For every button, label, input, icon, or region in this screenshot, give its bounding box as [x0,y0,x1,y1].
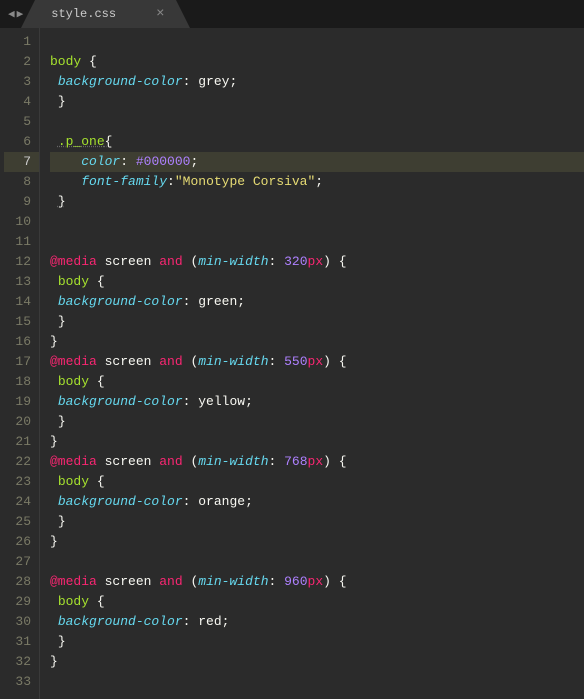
line-number[interactable]: 10 [4,212,31,232]
code-line[interactable]: } [50,92,584,112]
nav-back-icon[interactable]: ◀ [8,7,15,21]
editor: 1234567891011121314151617181920212223242… [0,28,584,699]
tab-stylecss[interactable]: style.css × [35,0,176,28]
line-number[interactable]: 23 [4,472,31,492]
code-line[interactable]: body { [50,372,584,392]
line-number[interactable]: 6 [4,132,31,152]
code-line[interactable]: body { [50,272,584,292]
code-line[interactable]: } [50,632,584,652]
line-number[interactable]: 13 [4,272,31,292]
code-line[interactable] [50,232,584,252]
code-line[interactable]: color: #000000; [50,152,584,172]
line-number[interactable]: 26 [4,532,31,552]
code-area[interactable]: body { background-color: grey; } .p_one{… [40,28,584,699]
line-number[interactable]: 24 [4,492,31,512]
code-line[interactable]: background-color: yellow; [50,392,584,412]
close-icon[interactable]: × [156,6,164,22]
code-line[interactable]: body { [50,592,584,612]
code-line[interactable]: } [50,652,584,672]
code-line[interactable]: } [50,412,584,432]
code-line[interactable]: .p_one{ [50,132,584,152]
code-line[interactable]: @media screen and (min-width: 320px) { [50,252,584,272]
code-line[interactable]: } [50,432,584,452]
line-number[interactable]: 27 [4,552,31,572]
line-number[interactable]: 16 [4,332,31,352]
code-line[interactable]: background-color: orange; [50,492,584,512]
line-number[interactable]: 1 [4,32,31,52]
line-number[interactable]: 33 [4,672,31,692]
code-line[interactable]: } [50,312,584,332]
code-line[interactable]: background-color: green; [50,292,584,312]
line-number[interactable]: 2 [4,52,31,72]
line-number[interactable]: 29 [4,592,31,612]
code-line[interactable]: @media screen and (min-width: 768px) { [50,452,584,472]
code-line[interactable]: @media screen and (min-width: 960px) { [50,572,584,592]
code-line[interactable]: } [50,512,584,532]
line-number[interactable]: 20 [4,412,31,432]
line-number[interactable]: 9 [4,192,31,212]
line-number[interactable]: 19 [4,392,31,412]
line-number[interactable]: 4 [4,92,31,112]
line-number[interactable]: 22 [4,452,31,472]
titlebar: ◀ ▶ style.css × [0,0,584,28]
line-number[interactable]: 31 [4,632,31,652]
line-number[interactable]: 5 [4,112,31,132]
code-line[interactable]: background-color: red; [50,612,584,632]
line-number[interactable]: 30 [4,612,31,632]
line-number[interactable]: 28 [4,572,31,592]
code-line[interactable]: @media screen and (min-width: 550px) { [50,352,584,372]
line-number[interactable]: 7 [4,152,39,172]
code-line[interactable] [50,672,584,692]
code-line[interactable]: background-color: grey; [50,72,584,92]
code-line[interactable]: body { [50,472,584,492]
code-line[interactable] [50,32,584,52]
code-line[interactable]: } [50,332,584,352]
line-number[interactable]: 11 [4,232,31,252]
line-number[interactable]: 17 [4,352,31,372]
line-number[interactable]: 21 [4,432,31,452]
code-line[interactable] [50,552,584,572]
line-number[interactable]: 32 [4,652,31,672]
line-number[interactable]: 12 [4,252,31,272]
line-number[interactable]: 25 [4,512,31,532]
tab-filename: style.css [51,7,116,21]
line-number[interactable]: 15 [4,312,31,332]
line-number[interactable]: 8 [4,172,31,192]
line-number[interactable]: 14 [4,292,31,312]
code-line[interactable] [50,212,584,232]
code-line[interactable]: } [50,192,584,212]
gutter: 1234567891011121314151617181920212223242… [0,28,40,699]
code-line[interactable]: body { [50,52,584,72]
code-line[interactable]: } [50,532,584,552]
line-number[interactable]: 3 [4,72,31,92]
code-line[interactable] [50,112,584,132]
code-line[interactable]: font-family:"Monotype Corsiva"; [50,172,584,192]
line-number[interactable]: 18 [4,372,31,392]
